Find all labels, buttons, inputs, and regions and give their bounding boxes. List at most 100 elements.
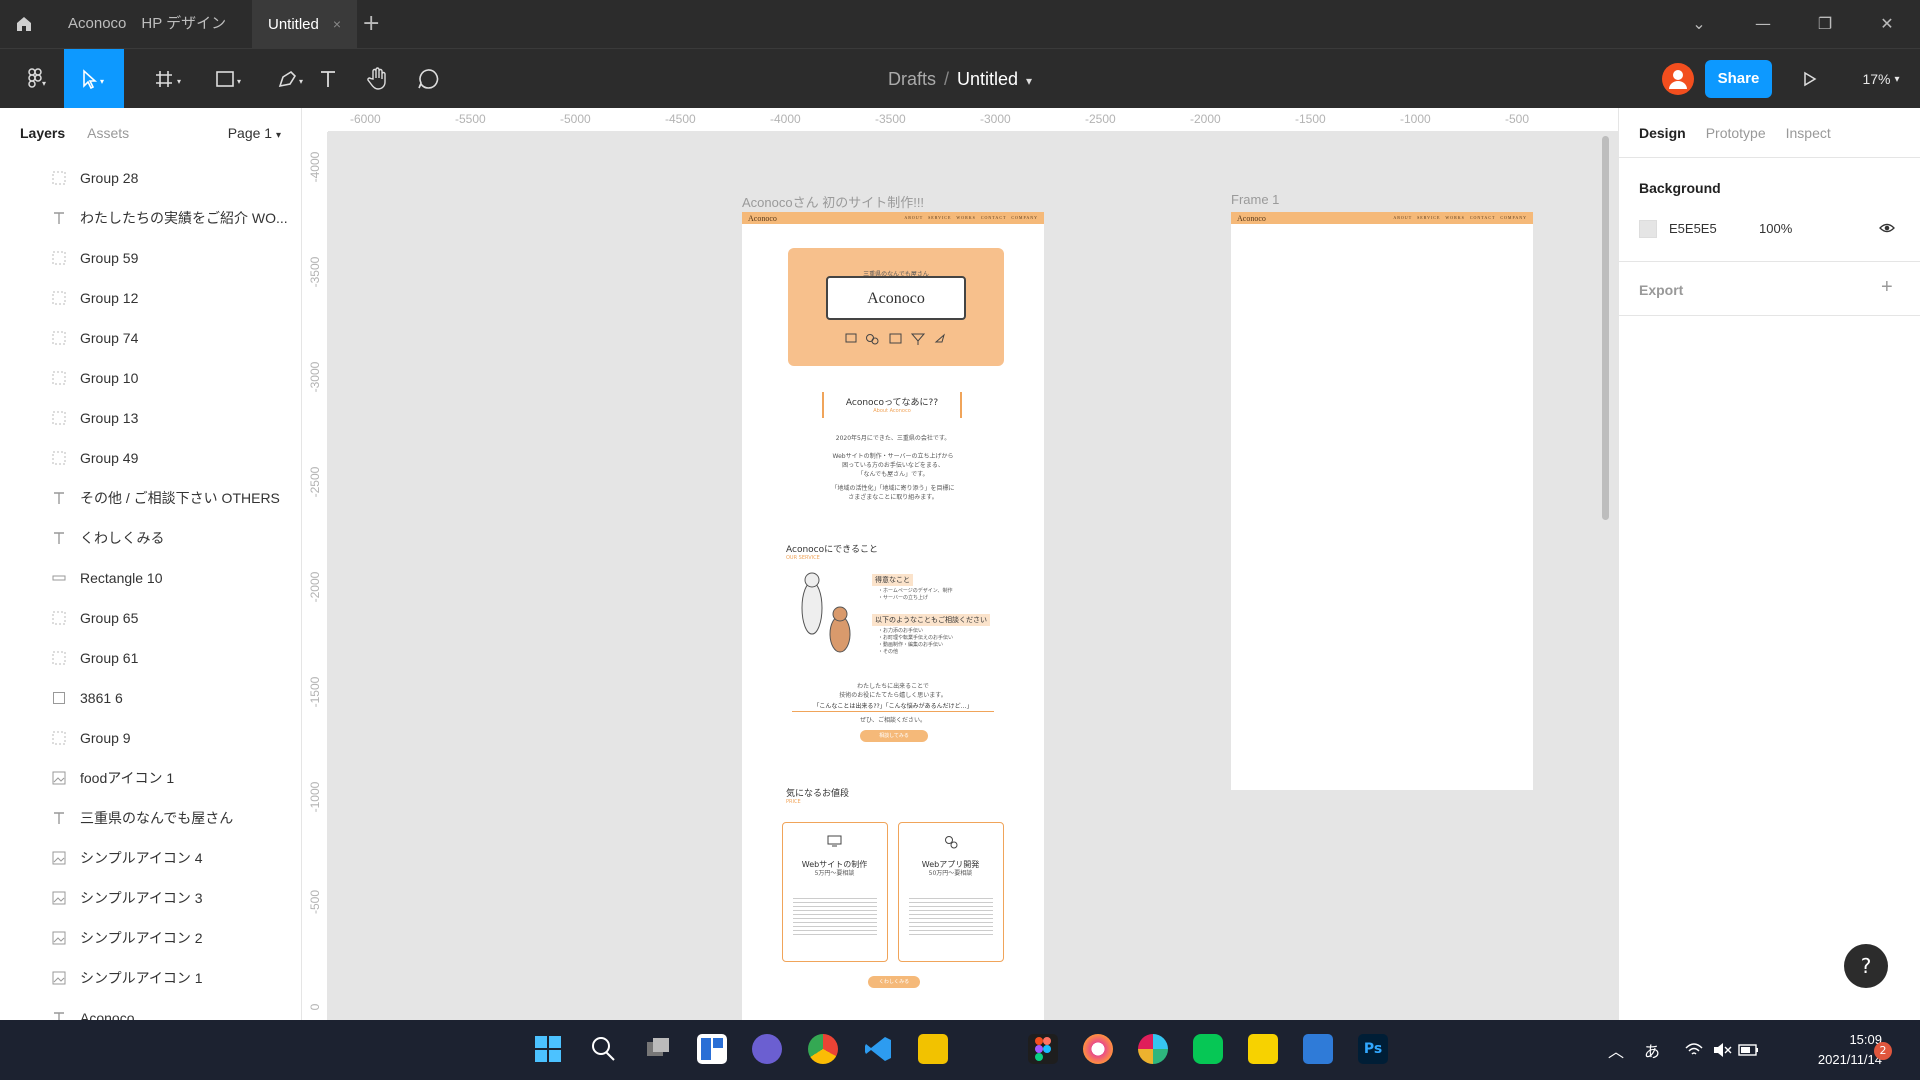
line-icon[interactable] [1193, 1034, 1223, 1064]
tab-prototype[interactable]: Prototype [1706, 125, 1766, 141]
frame-1[interactable]: Aconoco ABOUT SERVICE WORKS CONTACT COMP… [1231, 212, 1533, 790]
layer-row[interactable]: 三重県のなんでも屋さん [0, 798, 301, 838]
photoshop-icon[interactable]: Ps [1358, 1034, 1388, 1064]
layer-row[interactable]: Group 13 [0, 398, 301, 438]
chevron-up-icon[interactable]: ︿ [1608, 1038, 1624, 1062]
layer-row[interactable]: foodアイコン 1 [0, 758, 301, 798]
layer-row[interactable]: Group 49 [0, 438, 301, 478]
battery-icon[interactable] [1738, 1042, 1760, 1058]
background-hex[interactable]: E5E5E5 [1669, 221, 1717, 236]
ruler-tick-label: -6000 [350, 112, 381, 126]
canvas[interactable]: Aconocoさん 初のサイト制作!!! Aconoco ABOUT SERVI… [328, 132, 1618, 1020]
notification-badge[interactable]: 2 [1874, 1042, 1892, 1060]
frame-label-aconoco[interactable]: Aconocoさん 初のサイト制作!!! [742, 192, 924, 211]
home-icon[interactable] [14, 14, 38, 34]
breadcrumb-drafts[interactable]: Drafts [888, 69, 936, 89]
layer-row[interactable]: Group 74 [0, 318, 301, 358]
chrome-icon[interactable] [808, 1034, 838, 1064]
group-icon [52, 251, 66, 265]
add-export-button[interactable]: + [1881, 276, 1893, 299]
figma-logo-icon: ▾ [28, 68, 46, 88]
layers-panel-header: Layers Assets Page 1 ▾ [0, 108, 301, 158]
tab-label: Untitled [268, 16, 319, 33]
layer-row[interactable]: Aconoco [0, 998, 301, 1020]
slack-icon[interactable] [1138, 1034, 1168, 1064]
vscode-icon[interactable] [863, 1034, 893, 1064]
good-items: ・ホームページのデザイン、制作 ・サーバーの立ち上げ [878, 588, 953, 601]
move-tool[interactable]: ▾ [64, 49, 124, 109]
tab-assets[interactable]: Assets [87, 125, 129, 141]
ruler-corner [302, 108, 328, 132]
layer-row[interactable]: シンプルアイコン 1 [0, 958, 301, 998]
layer-row[interactable]: Rectangle 10 [0, 558, 301, 598]
layer-row[interactable]: Group 28 [0, 158, 301, 198]
tab-untitled[interactable]: Untitled × [252, 0, 358, 48]
restore-button[interactable]: ❐ [1794, 0, 1856, 48]
frame-aconoco-site[interactable]: Aconoco ABOUT SERVICE WORKS CONTACT COMP… [742, 212, 1044, 1020]
tab-aconoco[interactable]: Aconoco HP デザイン [52, 0, 242, 48]
layer-row[interactable]: 3861 6 [0, 678, 301, 718]
ruler-tick-label: -3000 [980, 112, 1011, 126]
main-menu-button[interactable]: ▾ [6, 49, 66, 109]
page-selector[interactable]: Page 1 ▾ [228, 125, 281, 141]
eye-icon[interactable] [1879, 222, 1895, 234]
tab-layers[interactable]: Layers [20, 125, 65, 141]
tab-design[interactable]: Design [1639, 125, 1686, 141]
canvas-scrollbar[interactable] [1602, 136, 1609, 520]
layer-row[interactable]: シンプルアイコン 2 [0, 918, 301, 958]
site-nav: ABOUT SERVICE WORKS CONTACT COMPANY [1393, 215, 1527, 220]
windows-start-icon[interactable] [533, 1034, 563, 1064]
layer-row[interactable]: Group 65 [0, 598, 301, 638]
layer-row[interactable]: くわしくみる [0, 518, 301, 558]
widgets-icon[interactable] [697, 1034, 727, 1064]
background-swatch[interactable] [1639, 220, 1657, 238]
layer-row[interactable]: Group 61 [0, 638, 301, 678]
volume-mute-icon[interactable] [1712, 1042, 1732, 1058]
creative-cloud-icon[interactable] [1083, 1034, 1113, 1064]
task-view-icon[interactable] [643, 1034, 673, 1064]
layer-row[interactable]: シンプルアイコン 4 [0, 838, 301, 878]
ruler-tick-label: -2000 [308, 571, 322, 603]
layer-row[interactable]: Group 9 [0, 718, 301, 758]
layer-row[interactable]: Group 59 [0, 238, 301, 278]
layer-row[interactable]: わたしたちの実績をご紹介 WO... [0, 198, 301, 238]
layer-row[interactable]: その他 / ご相談下さい OTHERS [0, 478, 301, 518]
ime-indicator[interactable]: あ [1644, 1038, 1660, 1062]
layer-name: Group 65 [80, 610, 139, 626]
user-avatar[interactable] [1662, 63, 1694, 95]
wifi-icon[interactable] [1684, 1042, 1704, 1058]
minimize-button[interactable]: — [1732, 0, 1794, 48]
chevron-down-icon[interactable]: ▾ [1026, 74, 1032, 88]
ruler-tick-label: -5000 [560, 112, 591, 126]
background-opacity[interactable]: 100% [1759, 221, 1792, 236]
share-button[interactable]: Share [1705, 60, 1772, 98]
figma-icon[interactable] [1028, 1034, 1058, 1064]
new-tab-button[interactable]: + [362, 0, 380, 48]
file-explorer-icon[interactable] [918, 1034, 948, 1064]
help-button[interactable]: ? [1844, 944, 1888, 988]
comment-tool[interactable] [398, 49, 458, 109]
tab-inspect[interactable]: Inspect [1786, 125, 1831, 141]
photos-icon[interactable] [1303, 1034, 1333, 1064]
layer-row[interactable]: Group 12 [0, 278, 301, 318]
teams-chat-icon[interactable] [752, 1034, 782, 1064]
system-clock[interactable]: 15:09 2021/11/14 [1818, 1030, 1882, 1070]
frame-tool[interactable]: ▾ [140, 49, 200, 109]
layer-row[interactable]: シンプルアイコン 3 [0, 878, 301, 918]
export-label: Export [1639, 282, 1684, 298]
frame-label-frame1[interactable]: Frame 1 [1231, 192, 1279, 207]
zoom-menu[interactable]: 17% ▾ [1846, 49, 1916, 109]
file-name[interactable]: Untitled [957, 69, 1018, 89]
cta-text-2: ぜひ、ご相談ください。 [859, 717, 926, 724]
close-window-button[interactable]: ✕ [1856, 0, 1918, 48]
layer-row[interactable]: Group 10 [0, 358, 301, 398]
about-title: Aconocoってなあに?? [845, 398, 939, 408]
close-tab-icon[interactable]: × [333, 16, 341, 32]
shape-tool[interactable]: ▾ [200, 49, 260, 109]
search-icon[interactable] [588, 1034, 618, 1064]
tabs-dropdown-icon[interactable]: ⌄ [1668, 0, 1730, 48]
present-button[interactable] [1780, 49, 1840, 109]
about-title-box: Aconocoってなあに?? About Aconoco [822, 392, 962, 418]
svg-text:▾: ▾ [42, 79, 46, 88]
sticky-notes-icon[interactable] [1248, 1034, 1278, 1064]
